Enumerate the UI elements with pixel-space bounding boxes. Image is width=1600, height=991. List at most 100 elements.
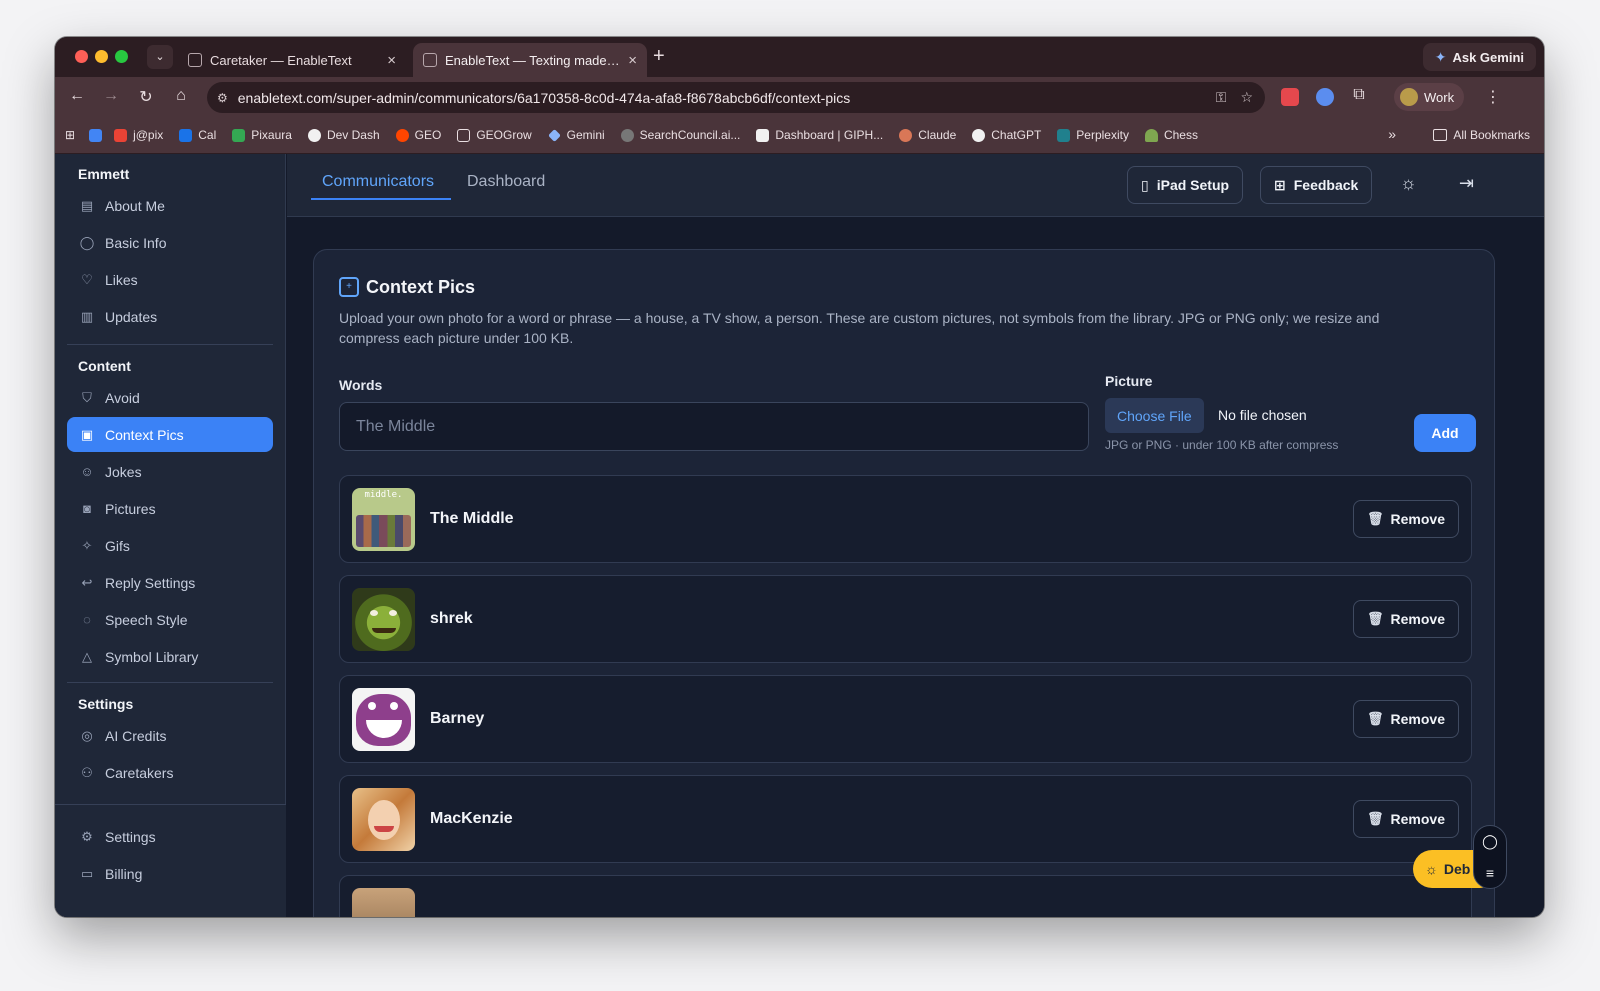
bookmark-item[interactable]: Dev Dash xyxy=(307,128,380,142)
sidebar-item-avoid[interactable]: ⛉ Avoid xyxy=(67,380,273,415)
maximize-window-button[interactable] xyxy=(115,50,128,63)
menu-icon[interactable]: ≡ xyxy=(1486,865,1494,881)
tab-communicators[interactable]: Communicators xyxy=(322,173,434,191)
list-item: MacKenzie 🗑 Remove xyxy=(339,775,1472,863)
camera-icon: ◙ xyxy=(83,501,91,516)
tablet-icon: ▯ xyxy=(1141,176,1149,193)
extension-lastpass-icon[interactable] xyxy=(1281,88,1299,106)
back-arrow-icon[interactable]: ← xyxy=(67,87,87,105)
all-bookmarks-button[interactable]: All Bookmarks xyxy=(1433,128,1530,142)
sidebar-item-likes[interactable]: ♡ Likes xyxy=(67,262,273,297)
sidebar-bottom-nav: ⚙ Settings ▭ Billing xyxy=(55,804,286,917)
sidebar-divider xyxy=(67,682,273,683)
words-input[interactable] xyxy=(339,402,1089,451)
choose-file-button[interactable]: Choose File xyxy=(1105,398,1204,433)
user-icon: ◯ xyxy=(79,234,95,250)
more-bookmarks-icon[interactable]: » xyxy=(1388,126,1396,142)
item-name: MacKenzie xyxy=(430,810,513,827)
sidebar-item-reply-settings[interactable]: ↩ Reply Settings xyxy=(67,565,273,600)
bookmark-item[interactable]: GEO xyxy=(395,128,441,142)
file-hint-text: JPG or PNG · under 100 KB after compress xyxy=(1105,438,1339,452)
sidebar-divider xyxy=(67,344,273,345)
browser-tab-enabletext[interactable]: EnableText — Texting made easy × xyxy=(413,43,647,77)
chat-bubble-icon[interactable]: ◯ xyxy=(1482,833,1498,850)
sidebar-item-updates[interactable]: ▥ Updates xyxy=(67,299,273,334)
sidebar-item-jokes[interactable]: ☺ Jokes xyxy=(67,454,273,489)
sidebar-item-context-pics[interactable]: ▣ Context Pics xyxy=(67,417,273,452)
remove-button[interactable]: 🗑 Remove xyxy=(1353,700,1459,738)
ask-gemini-button[interactable]: ✦ Ask Gemini xyxy=(1422,43,1536,71)
bookmark-item[interactable]: Chess xyxy=(1144,128,1198,142)
gear-icon: ⚙ xyxy=(81,828,93,844)
sidebar-item-basic-info[interactable]: ◯ Basic Info xyxy=(67,225,273,260)
browser-menu-icon[interactable]: ⋮ xyxy=(1483,87,1503,107)
sidebar-item-ai-credits[interactable]: ◎ AI Credits xyxy=(67,718,273,753)
sidebar-item-about-me[interactable]: ▤ About Me xyxy=(67,188,273,223)
coins-icon: ◎ xyxy=(81,727,93,743)
ipad-setup-button[interactable]: ▯ iPad Setup xyxy=(1127,166,1244,204)
shield-icon: ⛉ xyxy=(82,389,92,405)
apps-grid-icon[interactable]: ⊞ xyxy=(65,128,75,142)
logout-icon[interactable]: ⇥ xyxy=(1459,173,1474,194)
thumbnail-image: middle. xyxy=(352,488,415,551)
bookmark-item[interactable]: Gemini xyxy=(547,128,605,142)
minimize-window-button[interactable] xyxy=(95,50,108,63)
bookmark-item[interactable]: ChatGPT xyxy=(972,128,1041,142)
tab-strip: ⌄ Caretaker — EnableText × EnableText — … xyxy=(55,37,1544,77)
id-card-icon: ▤ xyxy=(80,197,94,213)
bookmark-star-icon[interactable]: ☆ xyxy=(1240,89,1253,106)
browser-window: ⌄ Caretaker — EnableText × EnableText — … xyxy=(55,37,1544,917)
trash-icon: 🗑 xyxy=(1367,811,1384,826)
sidebar-item-speech-style[interactable]: ◌ Speech Style xyxy=(67,602,273,637)
add-button[interactable]: Add xyxy=(1414,414,1476,452)
extension-icon[interactable] xyxy=(1316,88,1334,106)
close-window-button[interactable] xyxy=(75,50,88,63)
bookmark-item[interactable]: Claude xyxy=(899,128,956,142)
new-tab-button[interactable]: + xyxy=(653,45,665,68)
sidebar-item-caretakers[interactable]: ⚇ Caretakers xyxy=(67,755,273,790)
reply-icon: ↩ xyxy=(81,574,93,590)
extensions-puzzle-icon[interactable]: ⧉ xyxy=(1349,86,1369,104)
document-icon: ▥ xyxy=(80,308,94,324)
bookmark-folder[interactable]: GEOGrow xyxy=(457,128,532,142)
reload-icon[interactable]: ↻ xyxy=(136,87,156,107)
sidebar-item-settings[interactable]: ⚙ Settings xyxy=(67,819,274,854)
forward-arrow-icon[interactable]: → xyxy=(101,87,121,105)
remove-button[interactable]: 🗑 Remove xyxy=(1353,600,1459,638)
card-description: Upload your own photo for a word or phra… xyxy=(339,310,1380,346)
tab-search-button[interactable]: ⌄ xyxy=(147,45,173,69)
sidebar-item-symbol-library[interactable]: △ Symbol Library xyxy=(67,639,273,674)
ask-gemini-label: Ask Gemini xyxy=(1452,49,1524,65)
address-bar[interactable]: ⚙ enabletext.com/super-admin/communicato… xyxy=(207,82,1265,113)
sidebar-item-pictures[interactable]: ◙ Pictures xyxy=(67,491,273,526)
home-icon[interactable]: ⌂ xyxy=(171,87,191,105)
bookmark-item[interactable]: Pixaura xyxy=(232,128,292,142)
password-key-icon[interactable]: ⚿ xyxy=(1216,89,1227,106)
sun-theme-icon[interactable]: ☼ xyxy=(1400,173,1417,194)
profile-button[interactable]: Work xyxy=(1394,83,1465,111)
site-info-icon[interactable]: ⚙ xyxy=(217,91,228,105)
tab-favicon-icon xyxy=(188,53,202,67)
sidebar-item-gifs[interactable]: ✧ Gifs xyxy=(67,528,273,563)
remove-button[interactable]: 🗑 Remove xyxy=(1353,800,1459,838)
tab-dashboard[interactable]: Dashboard xyxy=(467,173,545,191)
sidebar-user-name: Emmett xyxy=(78,166,130,182)
close-tab-icon[interactable]: × xyxy=(628,52,637,69)
bookmark-item[interactable]: j@pix xyxy=(114,128,163,142)
sidebar-content-section: Content ⛉ Avoid ▣ Context Pics ☺ Jokes ◙ Pic… xyxy=(67,358,273,674)
browser-toolbar: ← → ↻ ⌂ ⚙ enabletext.com/super-admin/com… xyxy=(55,77,1544,117)
url-text: enabletext.com/super-admin/communicators… xyxy=(237,89,851,106)
remove-button[interactable]: 🗑 Remove xyxy=(1353,500,1459,538)
bookmark-item[interactable]: Dashboard | GIPH... xyxy=(756,128,883,142)
bookmark-item[interactable]: SearchCouncil.ai... xyxy=(620,128,740,142)
browser-tab-caretaker[interactable]: Caretaker — EnableText × xyxy=(178,43,406,77)
close-tab-icon[interactable]: × xyxy=(387,52,396,69)
bookmark-item[interactable]: Perplexity xyxy=(1057,128,1129,142)
bookmark-docs[interactable] xyxy=(89,128,103,142)
feedback-button[interactable]: ⊞ Feedback xyxy=(1260,166,1373,204)
bookmark-item[interactable]: Cal xyxy=(179,128,216,142)
sidebar-item-billing[interactable]: ▭ Billing xyxy=(67,856,274,891)
item-name: Barney xyxy=(430,710,485,727)
floating-chat-widget[interactable]: ◯ ≡ xyxy=(1473,825,1507,889)
image-plus-icon: + xyxy=(339,277,359,297)
